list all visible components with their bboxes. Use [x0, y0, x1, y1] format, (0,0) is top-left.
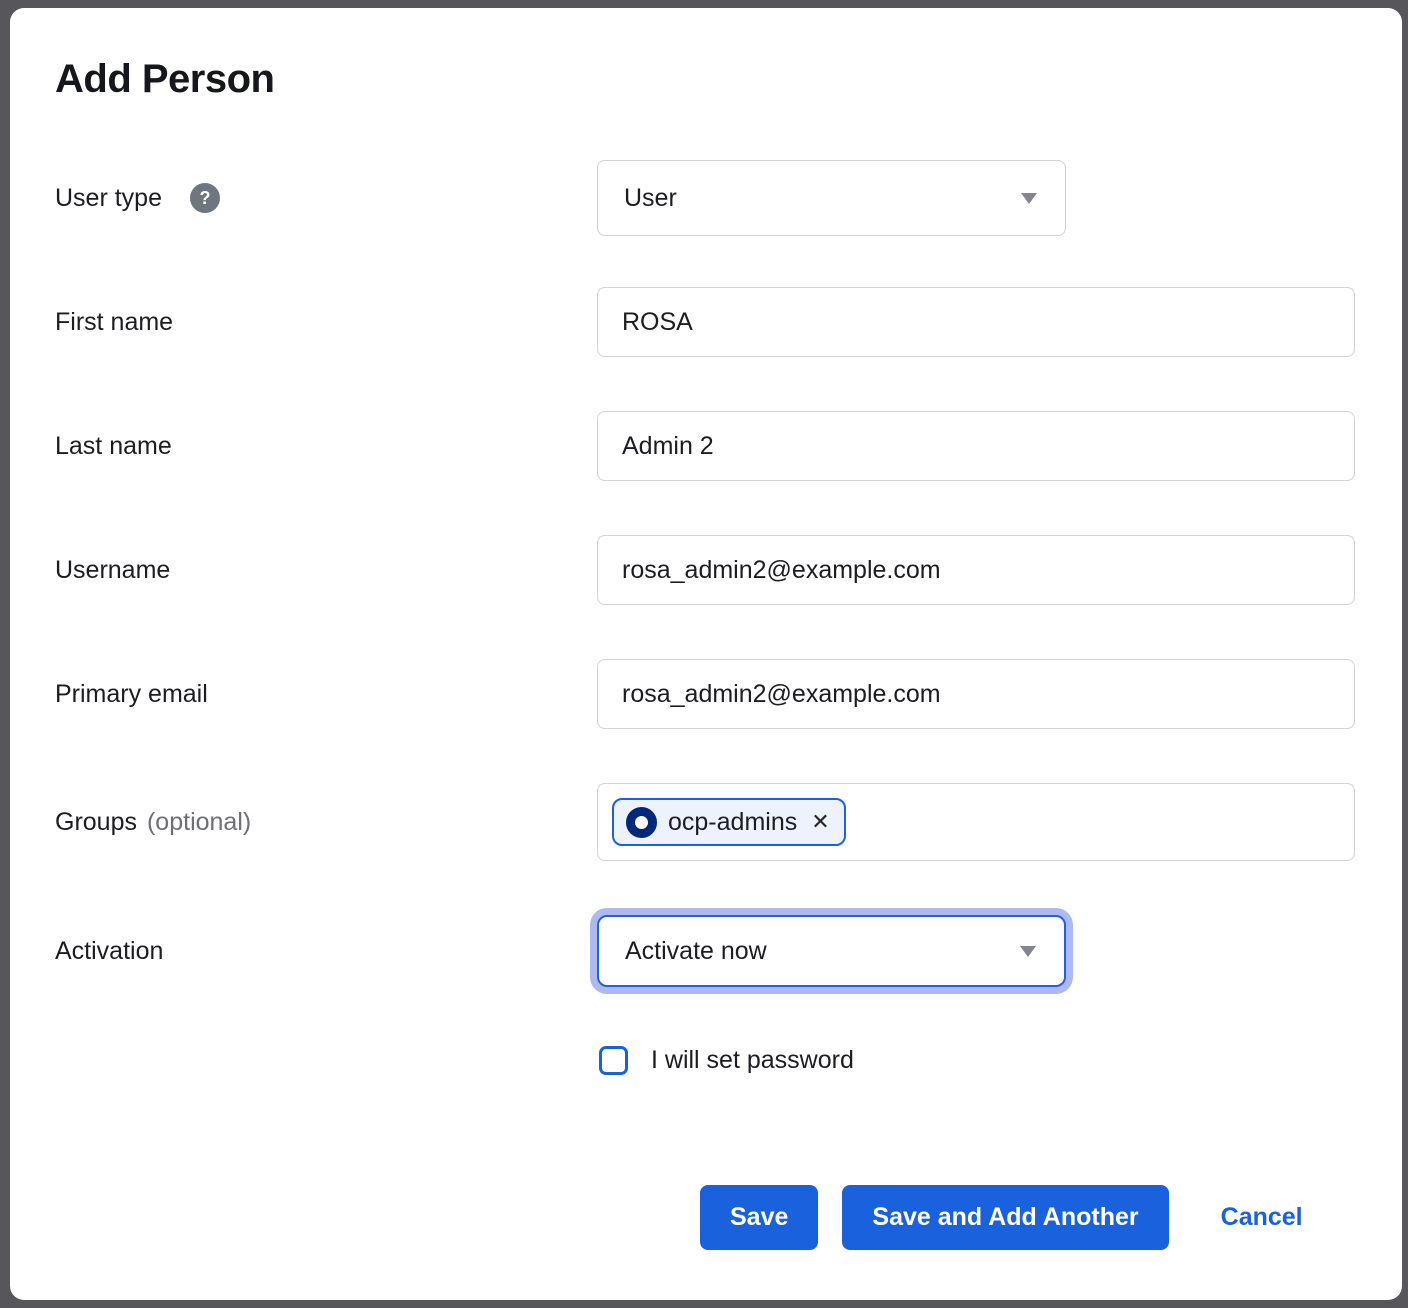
- save-and-add-another-button[interactable]: Save and Add Another: [842, 1185, 1168, 1250]
- form-row-primary-email: Primary email: [55, 659, 1402, 729]
- activation-select[interactable]: Activate now: [597, 915, 1066, 987]
- save-button[interactable]: Save: [700, 1185, 818, 1250]
- add-person-dialog: Add Person User type ? User First name L…: [10, 8, 1402, 1300]
- first-name-label: First name: [55, 308, 173, 337]
- cancel-link[interactable]: Cancel: [1221, 1203, 1303, 1232]
- user-type-select[interactable]: User: [597, 160, 1066, 236]
- username-field[interactable]: [597, 535, 1355, 605]
- form-row-first-name: First name: [55, 287, 1402, 357]
- dialog-footer: Save Save and Add Another Cancel: [700, 1185, 1402, 1250]
- okta-group-logo-icon: [626, 807, 657, 838]
- form-row-activation: Activation Activate now: [55, 915, 1402, 987]
- form-row-user-type: User type ? User: [55, 160, 1402, 236]
- page-title: Add Person: [55, 55, 1402, 103]
- first-name-field[interactable]: [597, 287, 1355, 357]
- last-name-label: Last name: [55, 432, 172, 461]
- primary-email-label: Primary email: [55, 680, 208, 709]
- last-name-field[interactable]: [597, 411, 1355, 481]
- groups-label: Groups: [55, 808, 137, 837]
- group-chip-ocp-admins[interactable]: ocp-admins ✕: [612, 798, 846, 846]
- groups-optional-hint: (optional): [147, 808, 251, 837]
- chevron-down-icon: [1021, 193, 1037, 204]
- form-row-username: Username: [55, 535, 1402, 605]
- set-password-checkbox[interactable]: [599, 1046, 628, 1075]
- remove-group-icon[interactable]: ✕: [811, 811, 829, 833]
- activation-selected-value: Activate now: [625, 937, 767, 966]
- groups-input[interactable]: ocp-admins ✕: [597, 783, 1355, 861]
- username-label: Username: [55, 556, 170, 585]
- form-row-set-password: I will set password: [599, 1046, 1402, 1075]
- help-icon[interactable]: ?: [190, 183, 220, 213]
- user-type-label: User type: [55, 184, 162, 213]
- form-row-groups: Groups (optional) ocp-admins ✕: [55, 783, 1402, 861]
- group-chip-label: ocp-admins: [668, 808, 797, 837]
- activation-label: Activation: [55, 937, 163, 966]
- chevron-down-icon: [1020, 946, 1036, 957]
- primary-email-field[interactable]: [597, 659, 1355, 729]
- user-type-selected-value: User: [624, 184, 677, 213]
- form-row-last-name: Last name: [55, 411, 1402, 481]
- set-password-label: I will set password: [651, 1046, 854, 1075]
